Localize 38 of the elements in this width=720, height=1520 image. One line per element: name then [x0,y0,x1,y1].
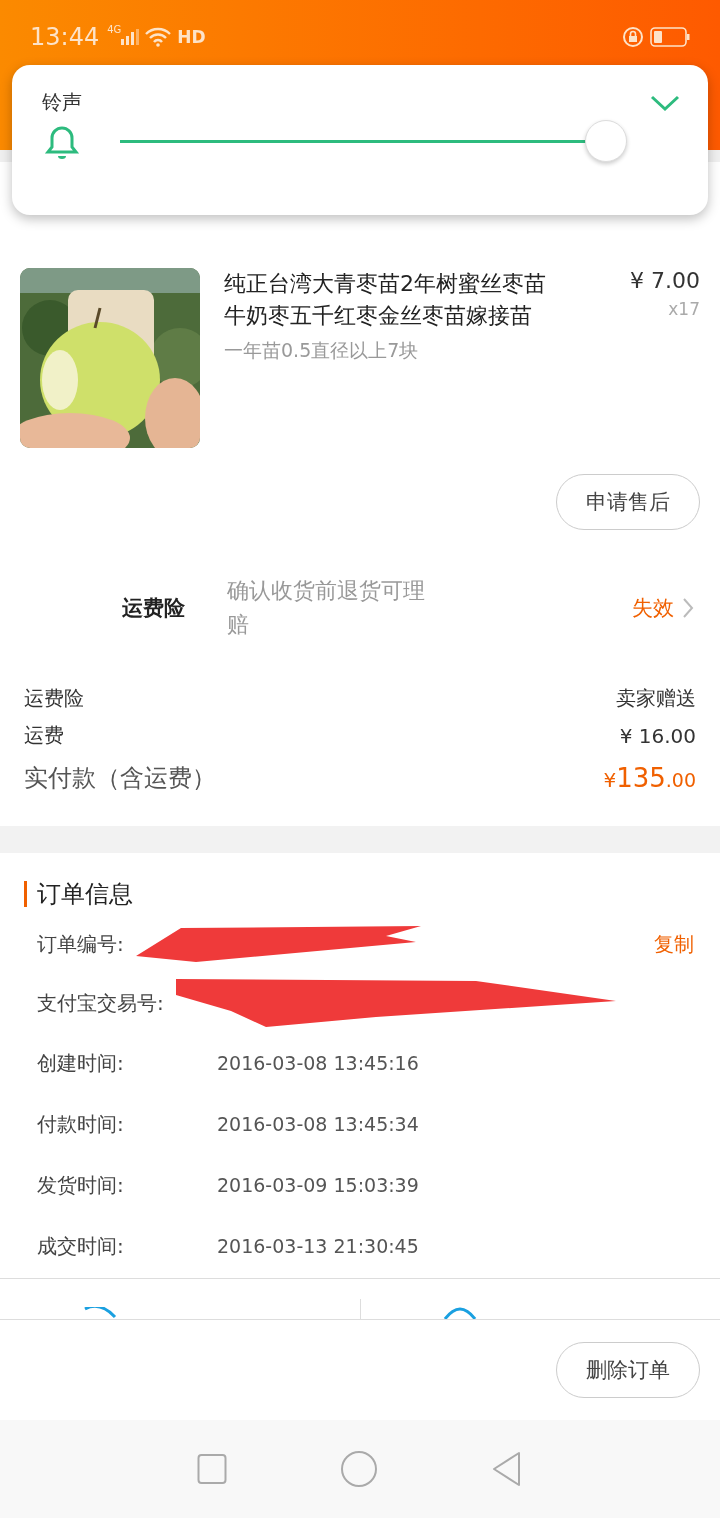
quantity: x17 [668,299,700,319]
info-label: 创建时间: [37,1049,125,1077]
product-title[interactable]: 纯正台湾大青枣苗2年树蜜丝枣苗牛奶枣五千红枣金丝枣苗嫁接苗 [224,268,562,332]
info-value: 2016-03-08 13:45:16 [217,1052,419,1074]
fee-value: ¥ 16.00 [619,723,696,748]
info-label: 订单编号: [37,930,124,958]
chevron-down-icon[interactable] [650,93,680,112]
total-label: 实付款（含运费） [24,763,216,794]
status-time: 13:44 [30,23,100,51]
battery-icon [650,27,690,47]
rotation-lock-icon [622,26,644,48]
signal-icon [121,29,140,45]
after-sale-button[interactable]: 申请售后 [556,474,700,530]
slider-thumb[interactable] [584,120,627,162]
network-label: 4G [107,24,122,35]
total-amount: ¥135.00 [603,763,696,793]
fee-value: 卖家赠送 [616,685,696,712]
volume-title: 铃声 [42,89,82,116]
insurance-description: 确认收货前退货可理赔 [227,576,426,639]
wifi-icon [145,27,172,47]
info-label: 发货时间: [37,1171,125,1199]
info-value: 2016-03-09 15:03:39 [217,1174,419,1196]
home-icon[interactable] [340,1450,378,1488]
fee-label: 运费险 [24,685,84,712]
product-spec: 一年苗0.5直径以上7块 [224,338,420,363]
info-label: 付款时间: [37,1110,125,1138]
delete-order-button[interactable]: 删除订单 [556,1342,700,1398]
fee-label: 运费 [24,722,64,749]
info-value: 2016-03-08 13:45:34 [217,1113,419,1135]
unit-price: ¥ 7.00 [630,268,700,293]
info-label: 成交时间: [37,1232,125,1260]
info-label: 支付宝交易号: [37,989,164,1017]
hd-label: HD [177,27,206,47]
info-value: 2016-03-13 21:30:45 [217,1235,419,1257]
recent-apps-icon[interactable] [196,1453,227,1485]
chevron-right-icon[interactable] [682,596,694,619]
section-title: 订单信息 [37,879,133,910]
insurance-label: 运费险 [122,594,186,622]
